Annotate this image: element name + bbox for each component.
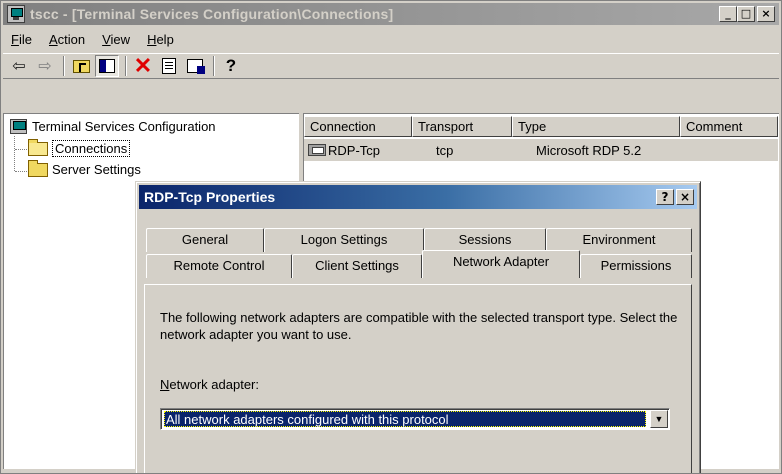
list-header: Connection Transport Type Comment	[304, 116, 778, 137]
mmc-window: tscc - [Terminal Services Configuration\…	[0, 0, 782, 474]
column-transport[interactable]: Transport	[412, 116, 512, 137]
connection-icon	[308, 144, 326, 156]
column-type[interactable]: Type	[512, 116, 680, 137]
column-connection[interactable]: Connection	[304, 116, 412, 137]
network-adapter-label: Network adapter:	[160, 377, 259, 392]
tab-sessions[interactable]: Sessions	[424, 228, 546, 252]
tab-remote-control[interactable]: Remote Control	[146, 254, 292, 278]
delete-icon[interactable]: ✕	[131, 53, 155, 78]
properties-icon[interactable]	[157, 55, 181, 77]
tree-item-server-settings[interactable]: Server Settings	[28, 159, 141, 177]
tab-network-adapter[interactable]: Network Adapter	[422, 250, 580, 278]
dialog-title-bar[interactable]: RDP-Tcp Properties ? ×	[139, 185, 697, 209]
tree-root[interactable]: Terminal Services Configuration	[10, 119, 216, 134]
tab-client-settings[interactable]: Client Settings	[292, 254, 422, 278]
maximize-button[interactable]: □	[737, 6, 755, 22]
table-row[interactable]: RDP-Tcp tcp Microsoft RDP 5.2	[304, 139, 778, 161]
window-title-bar[interactable]: tscc - [Terminal Services Configuration\…	[3, 3, 779, 25]
back-arrow-icon[interactable]: ⇦	[7, 55, 31, 77]
menu-help[interactable]: Help	[139, 32, 183, 47]
minimize-button[interactable]: _	[719, 6, 737, 22]
dialog-title: RDP-Tcp Properties	[144, 189, 276, 205]
menu-file[interactable]: File	[3, 32, 41, 47]
network-adapter-select[interactable]: All network adapters configured with thi…	[160, 408, 670, 430]
column-comment[interactable]: Comment	[680, 116, 778, 137]
open-folder-icon	[28, 138, 48, 156]
menu-action[interactable]: Action	[41, 32, 94, 47]
toolbar: ⇦ ⇨ ✕ ?	[3, 53, 779, 79]
window-title: tscc - [Terminal Services Configuration\…	[30, 6, 394, 22]
tab-general[interactable]: General	[146, 228, 264, 252]
forward-arrow-icon[interactable]: ⇨	[33, 55, 57, 77]
menu-bar: File Action View Help	[3, 28, 779, 50]
chevron-down-icon[interactable]: ▼	[650, 410, 668, 428]
dialog-help-button[interactable]: ?	[656, 189, 674, 205]
help-icon[interactable]: ?	[219, 55, 243, 77]
toolbar-separator	[63, 56, 65, 76]
tree-item-connections[interactable]: Connections	[28, 138, 131, 157]
folder-icon	[28, 159, 48, 177]
toolbar-separator	[213, 56, 215, 76]
dialog-close-button[interactable]: ×	[676, 189, 694, 205]
close-button[interactable]: ×	[757, 6, 775, 22]
properties-dialog: RDP-Tcp Properties ? × General Logon Set…	[135, 181, 701, 473]
tab-permissions[interactable]: Permissions	[580, 254, 692, 278]
tab-logon-settings[interactable]: Logon Settings	[264, 228, 424, 252]
export-list-icon[interactable]	[183, 55, 207, 77]
tab-environment[interactable]: Environment	[546, 228, 692, 252]
terminal-services-icon	[7, 5, 25, 23]
menu-view[interactable]: View	[94, 32, 139, 47]
terminal-services-icon	[10, 119, 27, 134]
show-hide-tree-icon[interactable]	[95, 55, 119, 77]
network-adapter-selected-value: All network adapters configured with thi…	[164, 411, 646, 427]
adapter-description: The following network adapters are compa…	[160, 310, 678, 342]
up-folder-icon[interactable]	[69, 55, 93, 77]
toolbar-separator	[125, 56, 127, 76]
